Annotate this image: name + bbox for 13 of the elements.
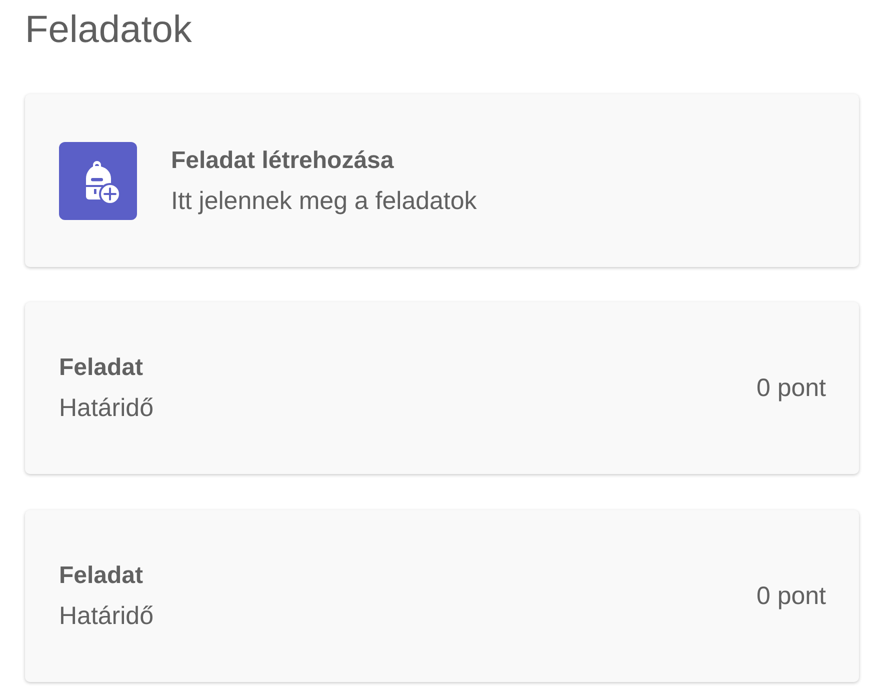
points-label: 0 pont — [756, 373, 826, 404]
points-label: 0 pont — [756, 581, 826, 612]
card-subtitle: Itt jelennek meg a feladatok — [171, 186, 477, 216]
assignment-title: Feladat — [59, 561, 144, 591]
create-assignment-card[interactable]: Feladat létrehozása Itt jelennek meg a feladatok — [25, 94, 859, 267]
due-date-label: Határidő — [59, 601, 154, 632]
assignment-title: Feladat — [59, 353, 144, 383]
backpack-plus-icon — [59, 142, 137, 220]
assignment-card[interactable]: Feladat Határidő 0 pont — [25, 302, 859, 474]
assignment-card[interactable]: Feladat Határidő 0 pont — [25, 510, 859, 682]
page-title: Feladatok — [25, 8, 192, 53]
due-date-label: Határidő — [59, 393, 154, 424]
card-title: Feladat létrehozása — [171, 146, 394, 176]
